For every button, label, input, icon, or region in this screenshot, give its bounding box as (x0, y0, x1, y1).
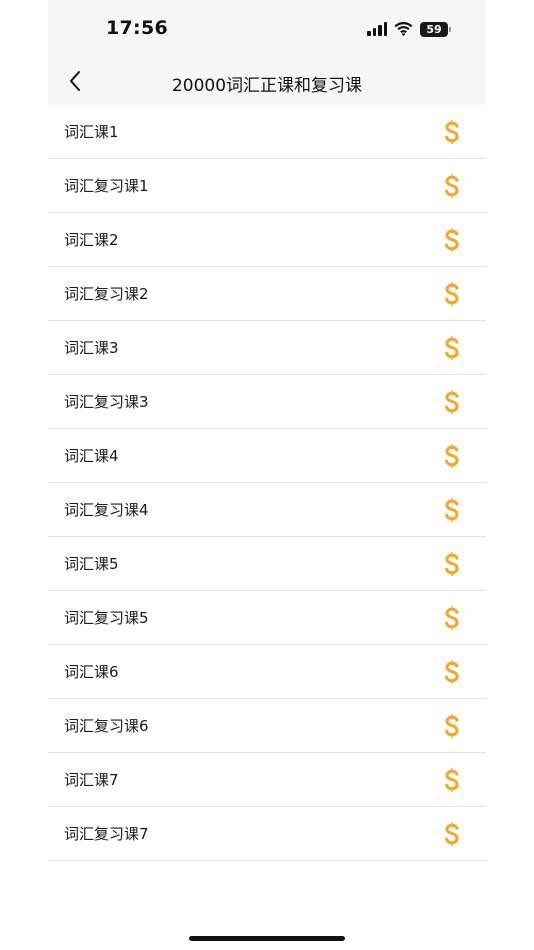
list-item[interactable]: 词汇复习课4 (48, 483, 486, 537)
dollar-icon (445, 551, 459, 576)
list-item[interactable]: 词汇复习课1 (48, 159, 486, 213)
list-item[interactable]: 词汇课7 (48, 753, 486, 807)
status-bar: 17:56 59 (48, 0, 486, 58)
dollar-icon (445, 497, 459, 522)
list-item[interactable]: 词汇复习课3 (48, 375, 486, 429)
list-item[interactable]: 词汇课5 (48, 537, 486, 591)
list-item-label: 词汇课6 (64, 663, 119, 681)
dollar-icon (445, 443, 459, 468)
status-time: 17:56 (106, 17, 168, 39)
list-item[interactable]: 词汇复习课5 (48, 591, 486, 645)
list-item-label: 词汇课2 (64, 231, 119, 249)
page-title: 20000词汇正课和复习课 (171, 76, 363, 96)
list-item[interactable]: 词汇课2 (48, 213, 486, 267)
list-item-label: 词汇课5 (64, 555, 119, 573)
battery-level: 59 (426, 22, 442, 36)
list-item[interactable]: 词汇课3 (48, 321, 486, 375)
dollar-icon (445, 605, 459, 630)
dollar-icon (445, 335, 459, 360)
dollar-icon (445, 659, 459, 684)
list-item[interactable]: 词汇复习课2 (48, 267, 486, 321)
dollar-icon (445, 821, 459, 846)
dollar-icon (445, 713, 459, 738)
dollar-icon (445, 389, 459, 414)
list-item-label: 词汇复习课2 (64, 285, 149, 303)
wifi-icon (394, 22, 413, 36)
list-item[interactable]: 词汇课1 (48, 105, 486, 159)
status-icons: 59 (367, 20, 451, 38)
home-indicator[interactable] (189, 936, 345, 941)
battery-icon: 59 (420, 21, 451, 37)
lesson-list: 词汇课1 词汇复习课1 词汇课2 词汇复习课2 词汇课3 词汇复习课3 词汇课4… (48, 105, 486, 861)
nav-bar: 20000词汇正课和复习课 (48, 58, 486, 105)
dollar-icon (445, 119, 459, 144)
dollar-icon (445, 281, 459, 306)
dollar-icon (445, 767, 459, 792)
list-item-label: 词汇课7 (64, 771, 119, 789)
signal-icon (367, 22, 387, 36)
list-item-label: 词汇课1 (64, 123, 119, 141)
list-item-label: 词汇课4 (64, 447, 119, 465)
dollar-icon (445, 227, 459, 252)
list-item-label: 词汇复习课1 (64, 177, 149, 195)
list-item-label: 词汇复习课7 (64, 825, 149, 843)
list-item-label: 词汇复习课5 (64, 609, 149, 627)
phone-screen: 17:56 59 20000词汇正课和复习课 词汇课1 词汇复习课1 词汇课2 … (48, 0, 486, 950)
list-item-label: 词汇课3 (64, 339, 119, 357)
list-item-label: 词汇复习课3 (64, 393, 149, 411)
list-item-label: 词汇复习课6 (64, 717, 149, 735)
list-item[interactable]: 词汇复习课6 (48, 699, 486, 753)
dollar-icon (445, 173, 459, 198)
list-item[interactable]: 词汇课6 (48, 645, 486, 699)
list-item[interactable]: 词汇复习课7 (48, 807, 486, 861)
list-item-label: 词汇复习课4 (64, 501, 149, 519)
list-item[interactable]: 词汇课4 (48, 429, 486, 483)
